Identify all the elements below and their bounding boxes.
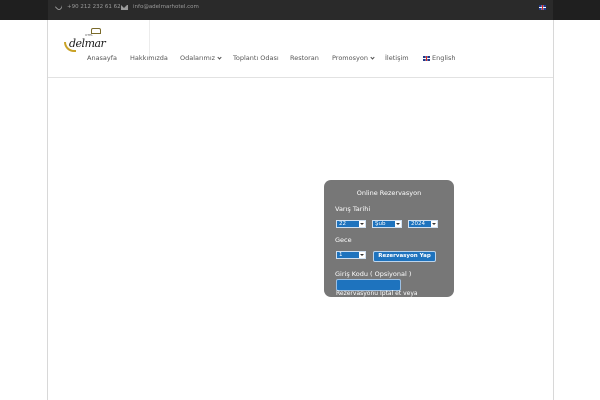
- month-select[interactable]: Şub: [372, 220, 402, 228]
- nav-item-label: Toplantı Odası: [233, 54, 279, 62]
- nav-item-anasayfa[interactable]: Anasayfa: [87, 54, 117, 62]
- chevron-down-icon: [359, 221, 365, 227]
- site-header: OTEL delmar Anasayfa Hakkımızda Odalarım…: [48, 20, 553, 78]
- nav-item-label: English: [432, 54, 456, 62]
- nav-item-hakkimizda[interactable]: Hakkımızda: [130, 54, 168, 62]
- phone-number: +90 212 232 61 62: [67, 4, 121, 10]
- uk-flag-icon: [423, 55, 430, 61]
- chevron-down-icon: [431, 221, 437, 227]
- nav-item-label: Restoran: [290, 54, 319, 62]
- month-value: Şub: [375, 221, 386, 227]
- chevron-down-icon: [370, 54, 375, 60]
- logo-text: delmar: [69, 37, 106, 50]
- phone-contact[interactable]: +90 212 232 61 62: [54, 2, 121, 12]
- uk-flag-icon[interactable]: [539, 5, 546, 10]
- nav-item-label: Odalarımız: [180, 54, 216, 62]
- chevron-down-icon: [359, 252, 365, 258]
- main-nav: Anasayfa Hakkımızda Odalarımız Toplantı …: [48, 54, 553, 66]
- email-address: info@adelmarhotel.com: [133, 4, 199, 10]
- mail-icon: [121, 4, 128, 10]
- phone-icon: [54, 2, 64, 12]
- cancel-reservation-text[interactable]: Rezervasyonu Iptal et veya: [336, 290, 418, 297]
- day-select[interactable]: 22: [336, 220, 366, 228]
- reservation-title: Online Rezervasyon: [356, 189, 422, 197]
- nights-value: 1: [339, 252, 343, 258]
- reservation-submit-button[interactable]: Rezervasyon Yap: [373, 251, 436, 262]
- nav-item-label: Hakkımızda: [130, 54, 168, 62]
- nights-label: Gece: [335, 236, 352, 244]
- nav-item-english[interactable]: English: [423, 54, 455, 62]
- site-logo[interactable]: OTEL delmar: [64, 28, 110, 56]
- year-value: 2024: [411, 221, 425, 227]
- arrival-date-label: Varış Tarihi: [335, 205, 371, 213]
- nights-select[interactable]: 1: [336, 251, 366, 259]
- nav-item-promosyon[interactable]: Promosyon: [332, 54, 375, 62]
- top-bar-inner: +90 212 232 61 62 info@adelmarhotel.com: [48, 0, 553, 20]
- nav-item-restoran[interactable]: Restoran: [290, 54, 319, 62]
- chevron-down-icon: [217, 54, 222, 60]
- nav-item-label: Promosyon: [332, 54, 368, 62]
- nav-item-label: İletişim: [385, 54, 409, 62]
- top-bar: +90 212 232 61 62 info@adelmarhotel.com: [0, 0, 600, 20]
- nav-item-label: Anasayfa: [87, 54, 118, 62]
- email-contact[interactable]: info@adelmarhotel.com: [121, 4, 199, 10]
- day-value: 22: [339, 221, 346, 227]
- nav-item-iletisim[interactable]: İletişim: [385, 54, 409, 62]
- year-select[interactable]: 2024: [408, 220, 438, 228]
- nav-item-odalarimiz[interactable]: Odalarımız: [180, 54, 222, 62]
- code-label: Giriş Kodu ( Opsiyonal ): [335, 270, 412, 278]
- chevron-down-icon: [395, 221, 401, 227]
- page-container: OTEL delmar Anasayfa Hakkımızda Odalarım…: [47, 20, 554, 400]
- nav-item-toplanti-odasi[interactable]: Toplantı Odası: [233, 54, 279, 62]
